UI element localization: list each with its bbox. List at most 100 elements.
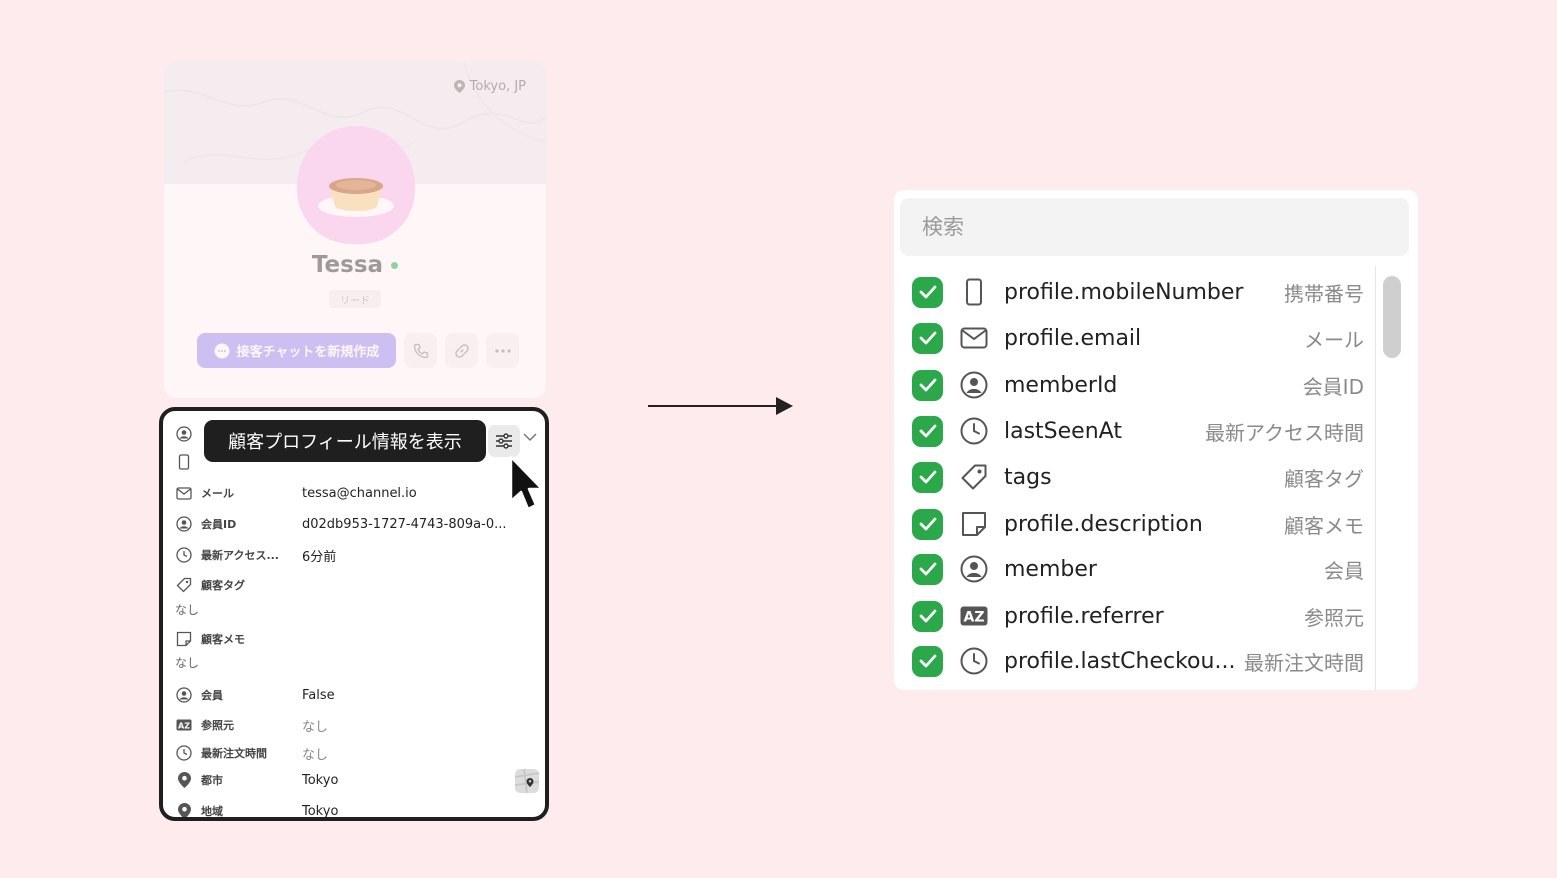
field-name: メール: [1304, 327, 1364, 352]
field-name: 携帯番号: [1284, 281, 1364, 306]
detail-label: 顧客メモ: [201, 633, 245, 646]
field-name: 最新アクセス時間: [1205, 420, 1364, 445]
checkbox-checked[interactable]: [912, 553, 943, 585]
clock-icon: [958, 415, 990, 447]
field-name: 会員: [1324, 558, 1364, 583]
field-option-description[interactable]: profile.description 顧客メモ: [912, 506, 1364, 542]
field-settings-button[interactable]: [488, 425, 520, 457]
field-option-mobile-number[interactable]: profile.mobileNumber 携帯番号: [912, 274, 1364, 310]
chevron-down-icon[interactable]: [523, 433, 537, 442]
svg-text:AZ: AZ: [964, 610, 985, 626]
new-chat-label: 接客チャットを新規作成: [236, 345, 380, 360]
location-text: Tokyo, JP: [469, 79, 526, 94]
check-icon: [919, 285, 936, 299]
more-dots-icon: [494, 348, 511, 353]
check-icon: [919, 562, 936, 576]
checkbox-checked[interactable]: [912, 415, 943, 447]
detail-value[interactable]: Tokyo: [302, 773, 338, 788]
detail-label: 都市: [201, 774, 223, 787]
user-circle-icon: [958, 553, 990, 585]
chat-bubble-icon: [214, 343, 230, 358]
detail-row-region: 地域 Tokyo: [175, 802, 338, 818]
map-thumbnail[interactable]: [514, 768, 540, 794]
detail-row-member: 会員 False: [175, 686, 335, 704]
mail-icon: [175, 484, 193, 502]
detail-value[interactable]: なし: [302, 744, 328, 763]
location-label: Tokyo, JP: [453, 79, 526, 94]
profile-card: Tokyo, JP Tessa リード 接客チャットを新規作成: [164, 62, 546, 398]
detail-label: 最新アクセス...: [201, 549, 279, 562]
checkbox-checked[interactable]: [912, 645, 943, 677]
detail-value[interactable]: なし: [302, 716, 328, 735]
check-icon: [919, 654, 936, 668]
field-option-last-seen-at[interactable]: lastSeenAt 最新アクセス時間: [912, 413, 1364, 449]
field-key: profile.lastCheckou...: [1004, 648, 1236, 674]
check-icon: [919, 470, 936, 484]
pin-icon: [453, 80, 465, 93]
more-button[interactable]: [486, 333, 519, 368]
detail-label: メール: [201, 487, 234, 500]
detail-label: 会員ID: [201, 518, 237, 531]
phone-icon: [413, 343, 428, 358]
detail-value[interactable]: d02db953-1727-4743-809a-0...: [302, 517, 507, 532]
field-option-email[interactable]: profile.email メール: [912, 320, 1364, 356]
field-name: 会員ID: [1302, 374, 1364, 399]
new-chat-button[interactable]: 接客チャットを新規作成: [197, 333, 396, 368]
field-option-last-checkout[interactable]: profile.lastCheckou... 最新注文時間: [912, 643, 1364, 679]
detail-value[interactable]: tessa@channel.io: [302, 486, 417, 501]
check-icon: [919, 517, 936, 531]
detail-row-hidden-2: [175, 453, 193, 471]
detail-row-last-order: 最新注文時間 なし: [175, 744, 328, 763]
detail-row-tags: 顧客タグ: [175, 576, 245, 594]
detail-value[interactable]: False: [302, 688, 335, 703]
detail-label: 参照元: [201, 719, 234, 732]
detail-row-city: 都市 Tokyo: [175, 771, 338, 789]
mobile-icon: [958, 276, 990, 308]
field-option-member[interactable]: member 会員: [912, 551, 1364, 587]
az-text-icon: AZ: [958, 600, 990, 632]
user-circle-icon: [175, 686, 193, 704]
checkbox-checked[interactable]: [912, 508, 943, 540]
field-option-tags[interactable]: tags 顧客タグ: [912, 459, 1364, 495]
profile-detail-panel: 顧客プロフィール情報を表示 メール tessa@channel.io 会員ID …: [159, 407, 549, 821]
clock-icon: [175, 744, 193, 762]
detail-value[interactable]: 6分前: [302, 546, 336, 565]
field-key: memberId: [1004, 372, 1118, 398]
copy-link-button[interactable]: [445, 333, 478, 368]
svg-text:AZ: AZ: [178, 722, 190, 731]
detail-value[interactable]: Tokyo: [302, 804, 338, 818]
user-circle-icon: [958, 369, 990, 401]
field-name: 顧客タグ: [1284, 466, 1364, 491]
note-icon: [175, 630, 193, 648]
tag-icon: [958, 461, 990, 493]
check-icon: [919, 424, 936, 438]
field-key: profile.referrer: [1004, 603, 1164, 629]
note-icon: [958, 508, 990, 540]
detail-label: 会員: [201, 689, 223, 702]
detail-label: 地域: [201, 805, 223, 818]
role-badge: リード: [329, 290, 381, 308]
field-option-member-id[interactable]: memberId 会員ID: [912, 367, 1364, 403]
checkbox-checked[interactable]: [912, 276, 943, 308]
pin-icon: [175, 802, 193, 817]
scrollbar-thumb[interactable]: [1383, 276, 1401, 358]
field-name: 最新注文時間: [1244, 650, 1364, 675]
mobile-icon: [175, 453, 193, 471]
field-key: lastSeenAt: [1004, 418, 1122, 444]
field-option-referrer[interactable]: AZ profile.referrer 参照元: [912, 598, 1364, 634]
detail-memo-value[interactable]: なし: [175, 654, 199, 671]
checkbox-checked[interactable]: [912, 369, 943, 401]
detail-tags-value[interactable]: なし: [175, 601, 199, 618]
search-input[interactable]: [900, 198, 1409, 256]
checkbox-checked[interactable]: [912, 322, 943, 354]
call-button[interactable]: [404, 333, 437, 368]
tag-icon: [175, 576, 193, 594]
check-icon: [919, 331, 936, 345]
checkbox-checked[interactable]: [912, 461, 943, 493]
field-key: profile.email: [1004, 325, 1142, 351]
check-icon: [919, 609, 936, 623]
mouse-cursor-icon: [509, 455, 544, 511]
user-name: Tessa: [311, 252, 384, 278]
checkbox-checked[interactable]: [912, 600, 943, 632]
pin-icon: [175, 771, 193, 789]
